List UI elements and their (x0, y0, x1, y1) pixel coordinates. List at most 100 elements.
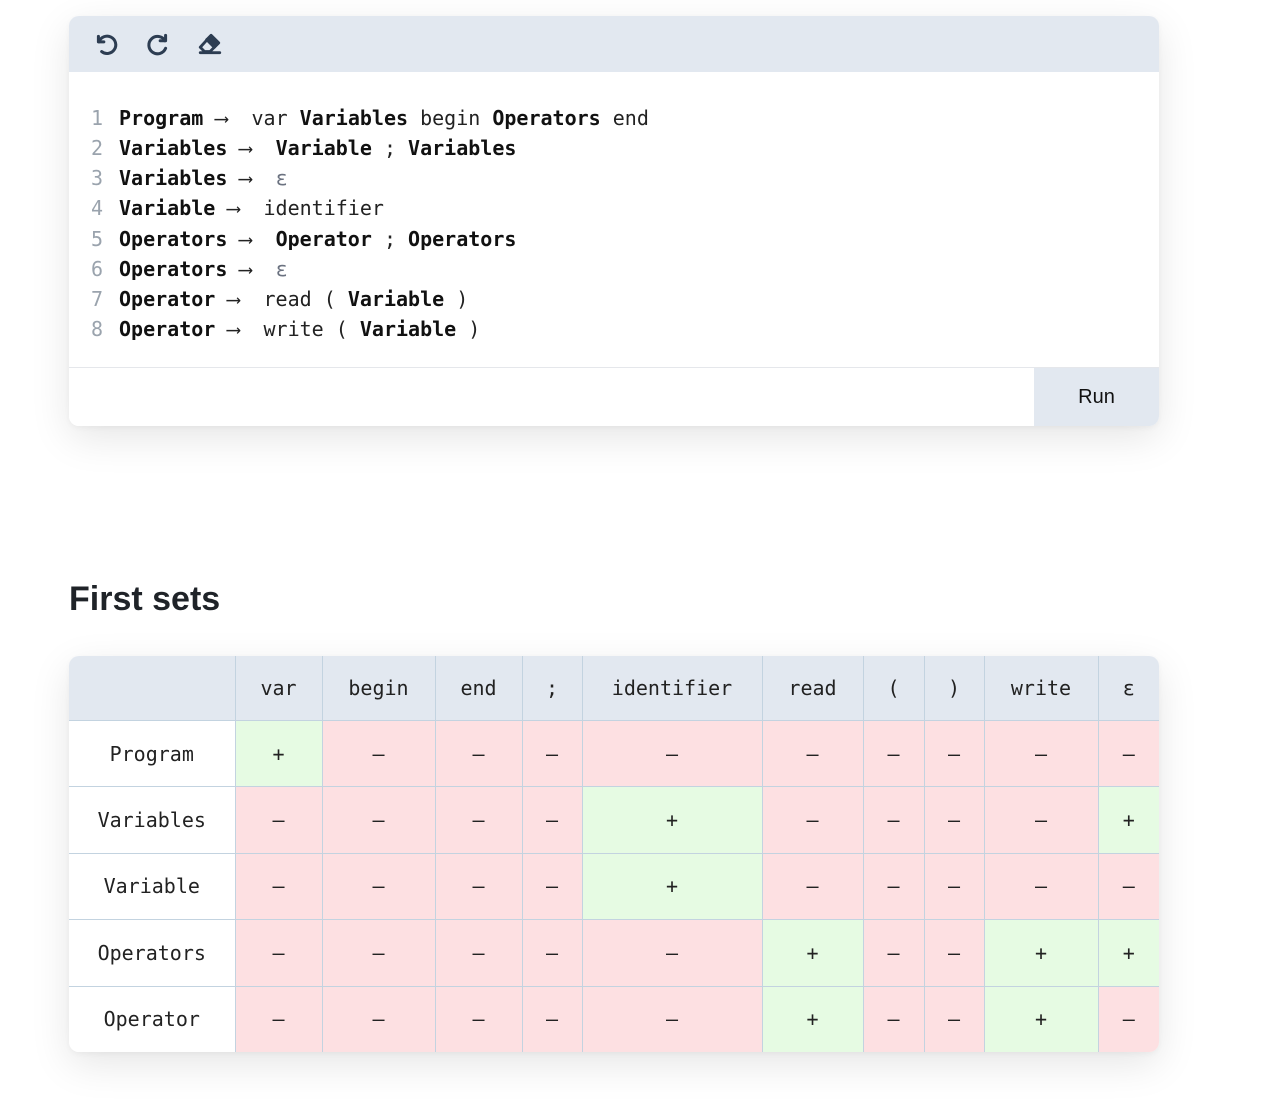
set-member-cell: + (983, 919, 1099, 987)
set-nonmember-cell: – (923, 719, 985, 788)
set-nonmember-cell: – (434, 719, 523, 788)
set-nonmember-cell: – (521, 786, 583, 854)
set-nonmember-cell: – (234, 985, 323, 1052)
set-nonmember-cell: – (321, 852, 436, 921)
terminal-token: write (263, 317, 324, 341)
editor-toolbar (69, 16, 1159, 72)
table-row: Operator – – – – – + – – + – (69, 985, 1159, 1052)
first-sets-table-card: var begin end; identifier read() write ε Progr… (69, 656, 1159, 1052)
set-nonmember-cell: – (581, 985, 763, 1052)
rule-lhs: Operators (119, 227, 228, 251)
set-member-cell: + (1097, 919, 1159, 987)
rule-lhs: Variable (119, 196, 216, 220)
rule-lhs: Operator (119, 317, 216, 341)
terminal-token: read (263, 287, 312, 311)
rule-lhs: Program (119, 106, 204, 130)
set-nonmember-cell: – (434, 786, 523, 854)
set-nonmember-cell: – (234, 786, 323, 854)
set-nonmember-cell: – (581, 919, 763, 987)
input-string-field[interactable] (69, 368, 1034, 426)
column-header: begin (321, 656, 436, 721)
column-header: identifier (581, 656, 763, 721)
code-line: 2 Variables ⟶ Variable ; Variables (69, 133, 516, 163)
rule-arrow: ⟶ (215, 106, 228, 130)
nonterminal-token: Variable (347, 287, 445, 311)
table-corner-cell (69, 656, 236, 721)
nonterminal-token: Operator (275, 227, 372, 251)
column-header: ε (1097, 656, 1159, 721)
row-header: Variable (69, 852, 236, 921)
set-nonmember-cell: – (1097, 852, 1159, 921)
code-line: 4 Variable ⟶ identifier (69, 193, 384, 223)
terminal-token: ; (383, 227, 396, 251)
set-nonmember-cell: – (923, 919, 985, 987)
set-member-cell: + (581, 852, 763, 921)
set-nonmember-cell: – (923, 786, 985, 854)
column-header: ; (521, 656, 583, 721)
terminal-token: var (251, 106, 288, 130)
table-row: Program + – – – – – – – – – (69, 719, 1159, 788)
set-member-cell: + (761, 985, 864, 1052)
rule-arrow: ⟶ (227, 317, 240, 341)
column-header: ) (923, 656, 985, 721)
set-nonmember-cell: – (862, 919, 925, 987)
first-sets-table: var begin end; identifier read() write ε Progr… (69, 656, 1159, 1052)
terminal-token: ; (383, 136, 396, 160)
undo-button[interactable] (91, 29, 121, 59)
set-member-cell: + (1097, 786, 1159, 854)
set-nonmember-cell: – (862, 852, 925, 921)
rule-arrow: ⟶ (239, 166, 252, 190)
set-nonmember-cell: – (581, 719, 763, 788)
eraser-icon (198, 33, 222, 55)
nonterminal-token: Variable (359, 317, 457, 341)
row-header: Operator (69, 985, 236, 1052)
line-number: 4 (90, 196, 103, 220)
terminal-token: ) (468, 317, 481, 341)
set-nonmember-cell: – (521, 985, 583, 1052)
line-number: 3 (90, 166, 103, 190)
column-header: var (234, 656, 323, 721)
table-row: Variables – – – – + – – – – + (69, 786, 1159, 854)
set-nonmember-cell: – (983, 719, 1099, 788)
rule-lhs: Operator (119, 287, 216, 311)
nonterminal-token: Variables (299, 106, 409, 130)
table-header-row: var begin end; identifier read() write ε (69, 656, 1159, 721)
clear-button[interactable] (195, 29, 225, 59)
table-row: Operators – – – – – + – – + + (69, 919, 1159, 987)
rule-lhs: Operators (119, 257, 228, 281)
set-nonmember-cell: – (862, 719, 925, 788)
set-member-cell: + (234, 719, 323, 788)
input-bar: Run (69, 367, 1159, 426)
terminal-token: ε (275, 257, 288, 281)
set-nonmember-cell: – (761, 852, 864, 921)
code-line: 3 Variables ⟶ ε (69, 163, 288, 193)
set-member-cell: + (983, 985, 1099, 1052)
set-nonmember-cell: – (521, 719, 583, 788)
run-button[interactable]: Run (1034, 368, 1159, 426)
set-member-cell: + (761, 919, 864, 987)
set-nonmember-cell: – (321, 719, 436, 788)
terminal-token: begin (420, 106, 481, 130)
code-line: 5 Operators ⟶ Operator ; Operators (69, 224, 516, 254)
grammar-code-area[interactable]: 1 Program ⟶ var Variables begin Operators… (69, 88, 1159, 382)
column-header: read (761, 656, 864, 721)
column-header: ( (862, 656, 925, 721)
line-number: 8 (90, 317, 103, 341)
redo-button[interactable] (143, 29, 173, 59)
set-nonmember-cell: – (234, 852, 323, 921)
rule-arrow: ⟶ (239, 257, 252, 281)
terminal-token: ) (456, 287, 469, 311)
code-line: 1 Program ⟶ var Variables begin Operators… (69, 103, 649, 133)
table-row: Variable – – – – + – – – – – (69, 852, 1159, 921)
row-header: Program (69, 719, 236, 788)
undo-icon (96, 34, 118, 55)
set-nonmember-cell: – (321, 786, 436, 854)
set-nonmember-cell: – (434, 919, 523, 987)
set-nonmember-cell: – (862, 985, 925, 1052)
redo-icon (147, 33, 168, 56)
code-line: 8 Operator ⟶ write ( Variable ) (69, 314, 480, 344)
row-header: Variables (69, 786, 236, 854)
rule-arrow: ⟶ (227, 287, 240, 311)
set-nonmember-cell: – (434, 852, 523, 921)
set-nonmember-cell: – (521, 919, 583, 987)
